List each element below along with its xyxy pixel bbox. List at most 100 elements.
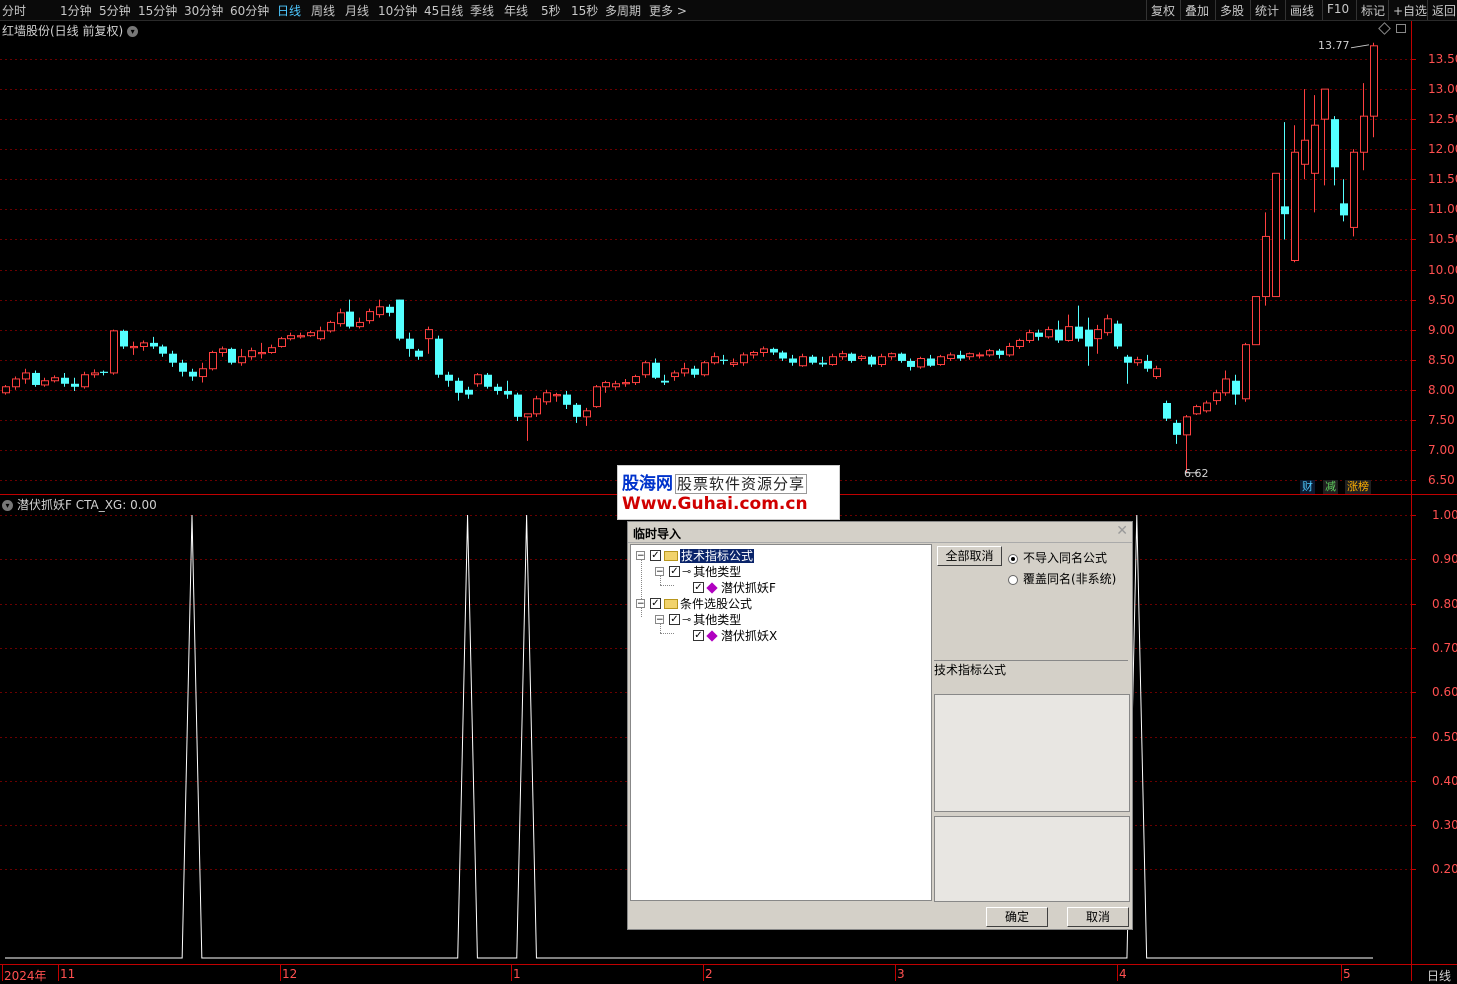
- price-tick-label: 10.00: [1428, 262, 1457, 277]
- candle-body: [789, 358, 797, 363]
- ok-button[interactable]: 确定: [986, 907, 1048, 927]
- checkbox-checked-icon[interactable]: ✓: [669, 566, 680, 577]
- watermark-logo: 股海网 股票软件资源分享 Www.Guhai.com.cn: [617, 465, 840, 520]
- period-tab[interactable]: 10分钟: [378, 2, 417, 19]
- low-price-label: 6.62: [1184, 467, 1209, 480]
- finance-badge[interactable]: 财: [1300, 480, 1315, 494]
- period-tab[interactable]: 5秒: [541, 2, 561, 19]
- tree-label[interactable]: 潜伏抓妖X: [721, 629, 777, 643]
- toolbar-button[interactable]: 多股: [1220, 2, 1244, 19]
- period-tab[interactable]: 30分钟: [184, 2, 223, 19]
- candle-body: [907, 360, 915, 367]
- period-tab[interactable]: 分时: [2, 2, 26, 19]
- candle-body: [868, 356, 876, 365]
- period-tab[interactable]: 日线: [277, 2, 301, 19]
- period-footer[interactable]: 日线: [1427, 967, 1451, 984]
- period-tab[interactable]: 季线: [470, 2, 494, 19]
- dialog-titlebar[interactable]: 临时导入 ✕: [628, 522, 1132, 543]
- toolbar-button[interactable]: 复权: [1151, 2, 1175, 19]
- period-tab[interactable]: 15秒: [571, 2, 598, 19]
- candle-body: [1124, 356, 1132, 363]
- indicator-tick-label: 0.30: [1432, 817, 1457, 832]
- tree-label[interactable]: 其他类型: [693, 565, 741, 579]
- period-tab[interactable]: 更多 >: [649, 2, 687, 19]
- tree-label[interactable]: 条件选股公式: [680, 597, 752, 611]
- window-toggle-icon[interactable]: [1396, 24, 1406, 33]
- radio-checked-icon[interactable]: [1008, 553, 1018, 564]
- toolbar-button[interactable]: 返回: [1432, 2, 1456, 19]
- period-tab[interactable]: 60分钟: [230, 2, 269, 19]
- candle-body: [1173, 422, 1181, 435]
- radio-unchecked-icon[interactable]: [1008, 574, 1018, 585]
- tree-leaf-formula-f[interactable]: ✓ 潜伏抓妖F: [688, 579, 776, 595]
- candle-body: [711, 356, 719, 364]
- period-tab[interactable]: 年线: [504, 2, 528, 19]
- chart-title[interactable]: 红墙股份(日线 前复权) ▾: [2, 22, 139, 39]
- description-panel: [934, 694, 1130, 812]
- indicator-title[interactable]: ▾ 潜伏抓妖F CTA_XG: 0.00: [2, 496, 157, 513]
- toolbar-button[interactable]: 画线: [1290, 2, 1314, 19]
- chevron-down-icon[interactable]: ▾: [127, 26, 139, 37]
- candle-body: [1094, 329, 1102, 340]
- key-icon: ⊸: [682, 613, 692, 626]
- collapse-icon[interactable]: −: [655, 615, 664, 625]
- candle-body: [602, 382, 610, 388]
- reduce-badge[interactable]: 减: [1323, 480, 1338, 494]
- period-tab[interactable]: 15分钟: [138, 2, 177, 19]
- toolbar-button[interactable]: 标记: [1361, 2, 1385, 19]
- collapse-icon[interactable]: −: [636, 599, 645, 609]
- chevron-down-icon[interactable]: ▾: [2, 500, 13, 511]
- toolbar-button[interactable]: +自选: [1393, 2, 1427, 19]
- period-tab[interactable]: 月线: [345, 2, 369, 19]
- candle-body: [632, 376, 640, 384]
- candle-body: [100, 371, 108, 373]
- period-tab[interactable]: 5分钟: [99, 2, 131, 19]
- close-icon[interactable]: ✕: [1116, 523, 1128, 539]
- candle-body: [22, 372, 30, 380]
- candle-body: [150, 342, 158, 347]
- radio-overwrite[interactable]: 覆盖同名(非系统): [1008, 570, 1116, 587]
- toolbar-button[interactable]: 统计: [1255, 2, 1279, 19]
- cancel-button[interactable]: 取消: [1067, 907, 1129, 927]
- tree-label[interactable]: 潜伏抓妖F: [721, 581, 776, 595]
- toolbar-divider: [1215, 0, 1216, 20]
- candle-body: [415, 350, 423, 357]
- candle-body: [1045, 329, 1053, 338]
- tree-label[interactable]: 其他类型: [693, 613, 741, 627]
- candle-body: [720, 359, 728, 361]
- candle-body: [957, 354, 965, 359]
- period-tab[interactable]: 多周期: [605, 2, 641, 19]
- limit-up-badge[interactable]: 涨榜: [1345, 480, 1371, 494]
- candle-body: [524, 413, 532, 418]
- period-tab[interactable]: 周线: [311, 2, 335, 19]
- tree-node-screener[interactable]: − ✓ 条件选股公式: [636, 595, 752, 611]
- toolbar-button[interactable]: 叠加: [1185, 2, 1209, 19]
- tree-node-indicator[interactable]: − ✓ 技术指标公式: [636, 547, 755, 563]
- period-tab[interactable]: 45日线: [424, 2, 463, 19]
- period-tab[interactable]: 1分钟: [60, 2, 92, 19]
- cancel-all-button[interactable]: 全部取消: [937, 546, 1002, 566]
- toolbar-button[interactable]: F10: [1327, 2, 1349, 16]
- collapse-icon[interactable]: −: [636, 551, 645, 561]
- candle-body: [514, 394, 522, 417]
- tree-node-other-type[interactable]: − ✓ ⊸ 其他类型: [655, 611, 741, 627]
- tree-label[interactable]: 技术指标公式: [680, 549, 755, 563]
- candle-body: [494, 386, 502, 391]
- checkbox-checked-icon[interactable]: ✓: [650, 550, 661, 561]
- checkbox-checked-icon[interactable]: ✓: [693, 582, 704, 593]
- collapse-icon[interactable]: −: [655, 567, 664, 577]
- tree-leaf-formula-x[interactable]: ✓ 潜伏抓妖X: [688, 627, 777, 643]
- candle-body: [947, 354, 955, 360]
- formula-tree[interactable]: − ✓ 技术指标公式 − ✓ ⊸ 其他类型 ✓ 潜伏抓妖F − ✓ 条件选股公式 − ✓ ⊸ 其他类型…: [630, 544, 932, 901]
- candle-body: [612, 383, 620, 388]
- candle-body: [858, 356, 866, 360]
- indicator-tick-label: 0.40: [1432, 773, 1457, 788]
- checkbox-checked-icon[interactable]: ✓: [650, 598, 661, 609]
- checkbox-checked-icon[interactable]: ✓: [693, 630, 704, 641]
- candle-body: [730, 362, 738, 366]
- radio-skip-duplicate[interactable]: 不导入同名公式: [1008, 549, 1107, 566]
- checkbox-checked-icon[interactable]: ✓: [669, 614, 680, 625]
- tree-node-other-type[interactable]: − ✓ ⊸ 其他类型: [655, 563, 741, 579]
- candle-body: [917, 358, 925, 368]
- candle-body: [199, 368, 207, 378]
